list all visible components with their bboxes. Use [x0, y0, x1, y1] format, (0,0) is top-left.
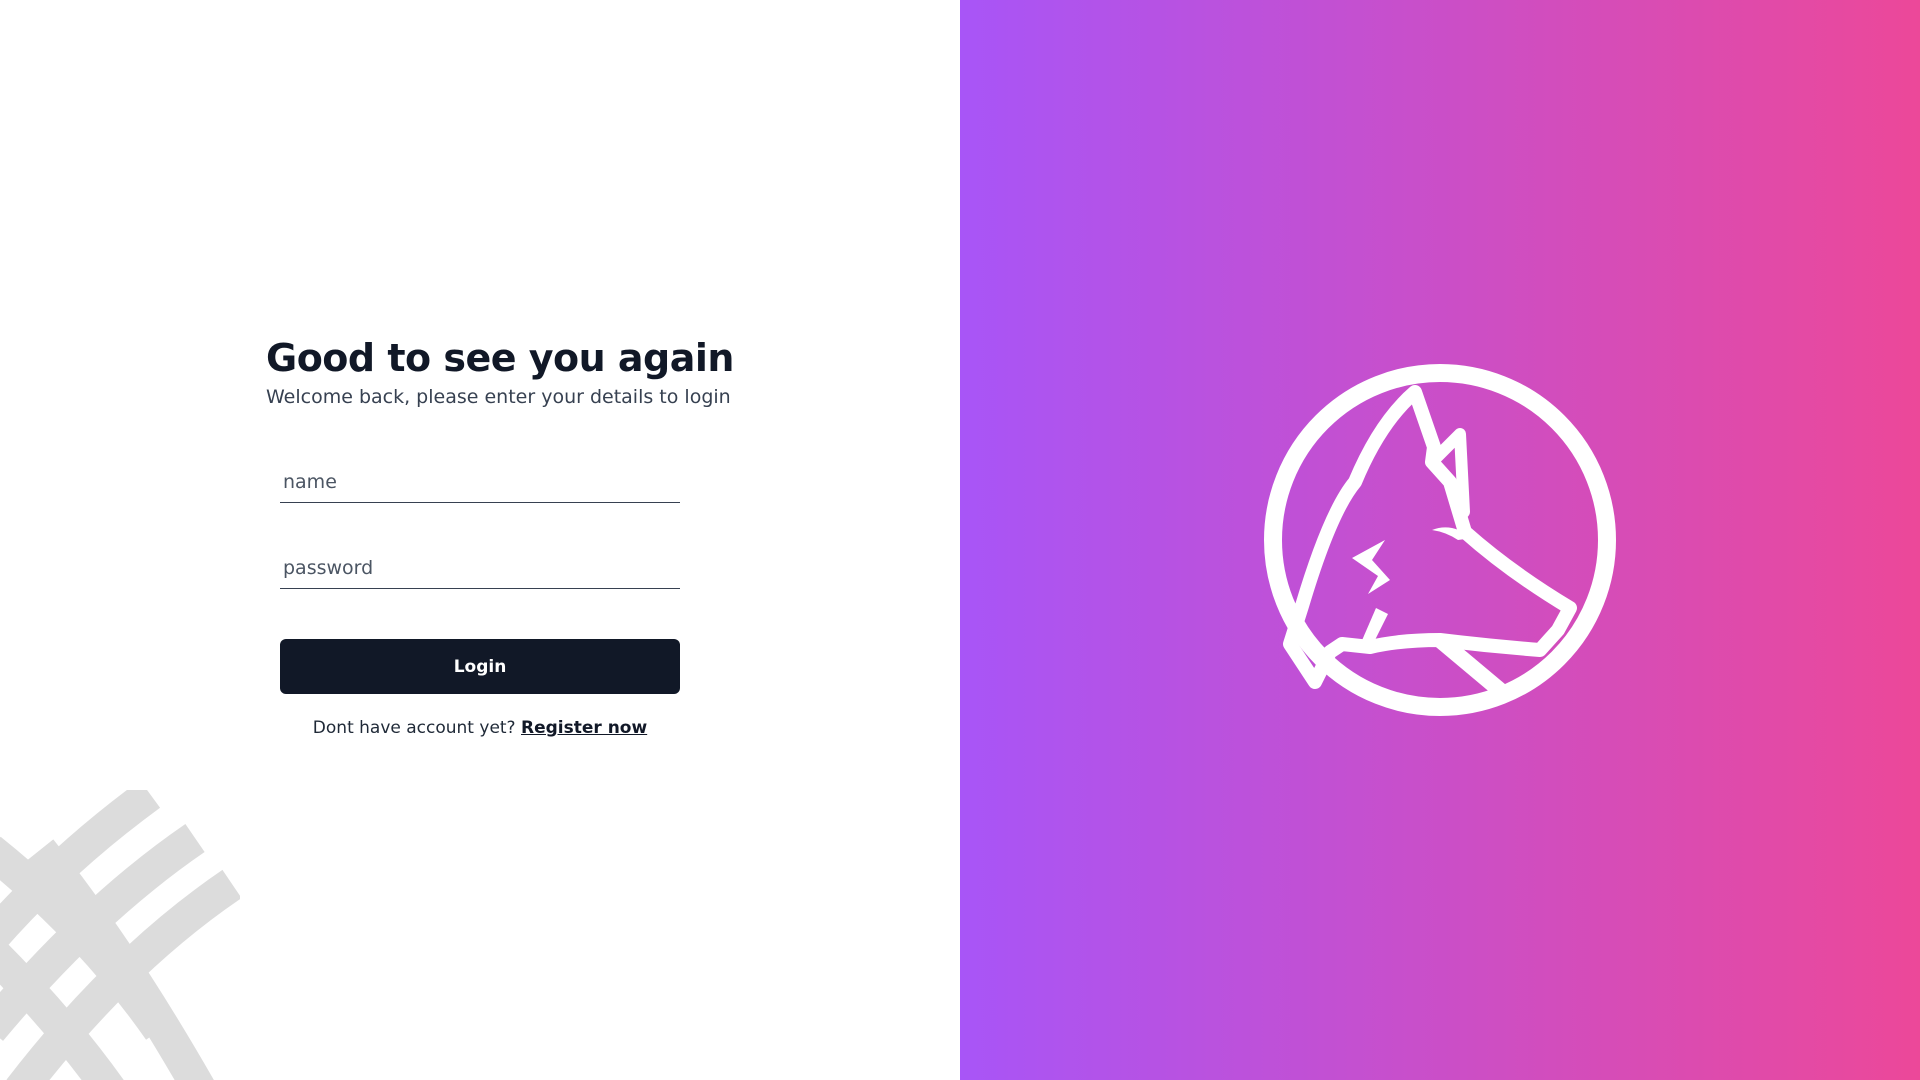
register-line: Dont have account yet? Register now	[280, 718, 680, 738]
crosshatch-pattern-icon	[0, 790, 240, 1080]
login-page: Good to see you again Welcome back, plea…	[0, 0, 1920, 1080]
page-subtitle: Welcome back, please enter your details …	[266, 386, 731, 408]
password-field-container	[280, 535, 680, 589]
fox-logo-icon	[1264, 364, 1616, 716]
register-link[interactable]: Register now	[521, 718, 647, 738]
register-prompt: Dont have account yet?	[312, 718, 516, 738]
login-button[interactable]: Login	[280, 639, 680, 694]
password-input[interactable]	[280, 535, 680, 588]
name-field-container	[280, 449, 680, 503]
page-title: Good to see you again	[266, 336, 734, 380]
login-form: Good to see you again Welcome back, plea…	[266, 333, 734, 738]
name-input[interactable]	[280, 449, 680, 502]
login-pane: Good to see you again Welcome back, plea…	[0, 0, 960, 1080]
brand-pane	[960, 0, 1920, 1080]
